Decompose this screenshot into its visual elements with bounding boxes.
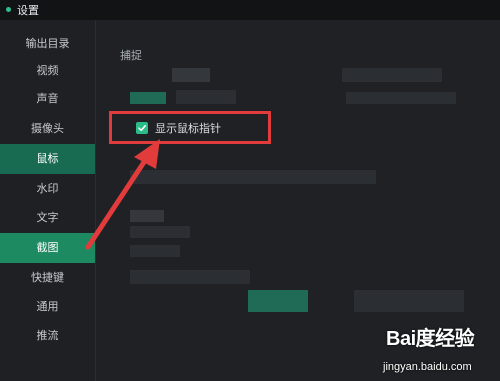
blurred-setting — [176, 90, 236, 104]
blurred-setting — [130, 92, 166, 104]
app-status-dot — [6, 7, 11, 12]
blurred-setting — [130, 270, 250, 284]
sidebar-item-hotkeys[interactable]: 快捷键 — [0, 263, 95, 293]
blurred-setting — [286, 170, 376, 184]
blurred-setting — [346, 92, 456, 104]
blurred-setting — [248, 290, 308, 312]
sidebar-item-output-dir[interactable]: 输出目录 — [0, 29, 95, 59]
baidu-jingyan-watermark: Bai度经验 jingyan.baidu.com — [378, 322, 498, 380]
annotation-arrow-icon — [85, 139, 160, 250]
window-title: 设置 — [17, 4, 39, 17]
sidebar-item-general[interactable]: 通用 — [0, 292, 95, 322]
sidebar-item-video[interactable]: 视频 — [0, 56, 95, 86]
blurred-setting — [172, 68, 210, 82]
sidebar-item-streaming[interactable]: 推流 — [0, 321, 95, 351]
section-title: 捕捉 — [120, 49, 142, 62]
watermark-url: jingyan.baidu.com — [383, 361, 472, 373]
watermark-logo: Bai度经验 — [386, 328, 475, 350]
blurred-setting — [354, 290, 464, 312]
sidebar-item-audio[interactable]: 声音 — [0, 84, 95, 114]
title-bar: 设置 — [0, 0, 500, 20]
blurred-setting — [342, 68, 442, 82]
